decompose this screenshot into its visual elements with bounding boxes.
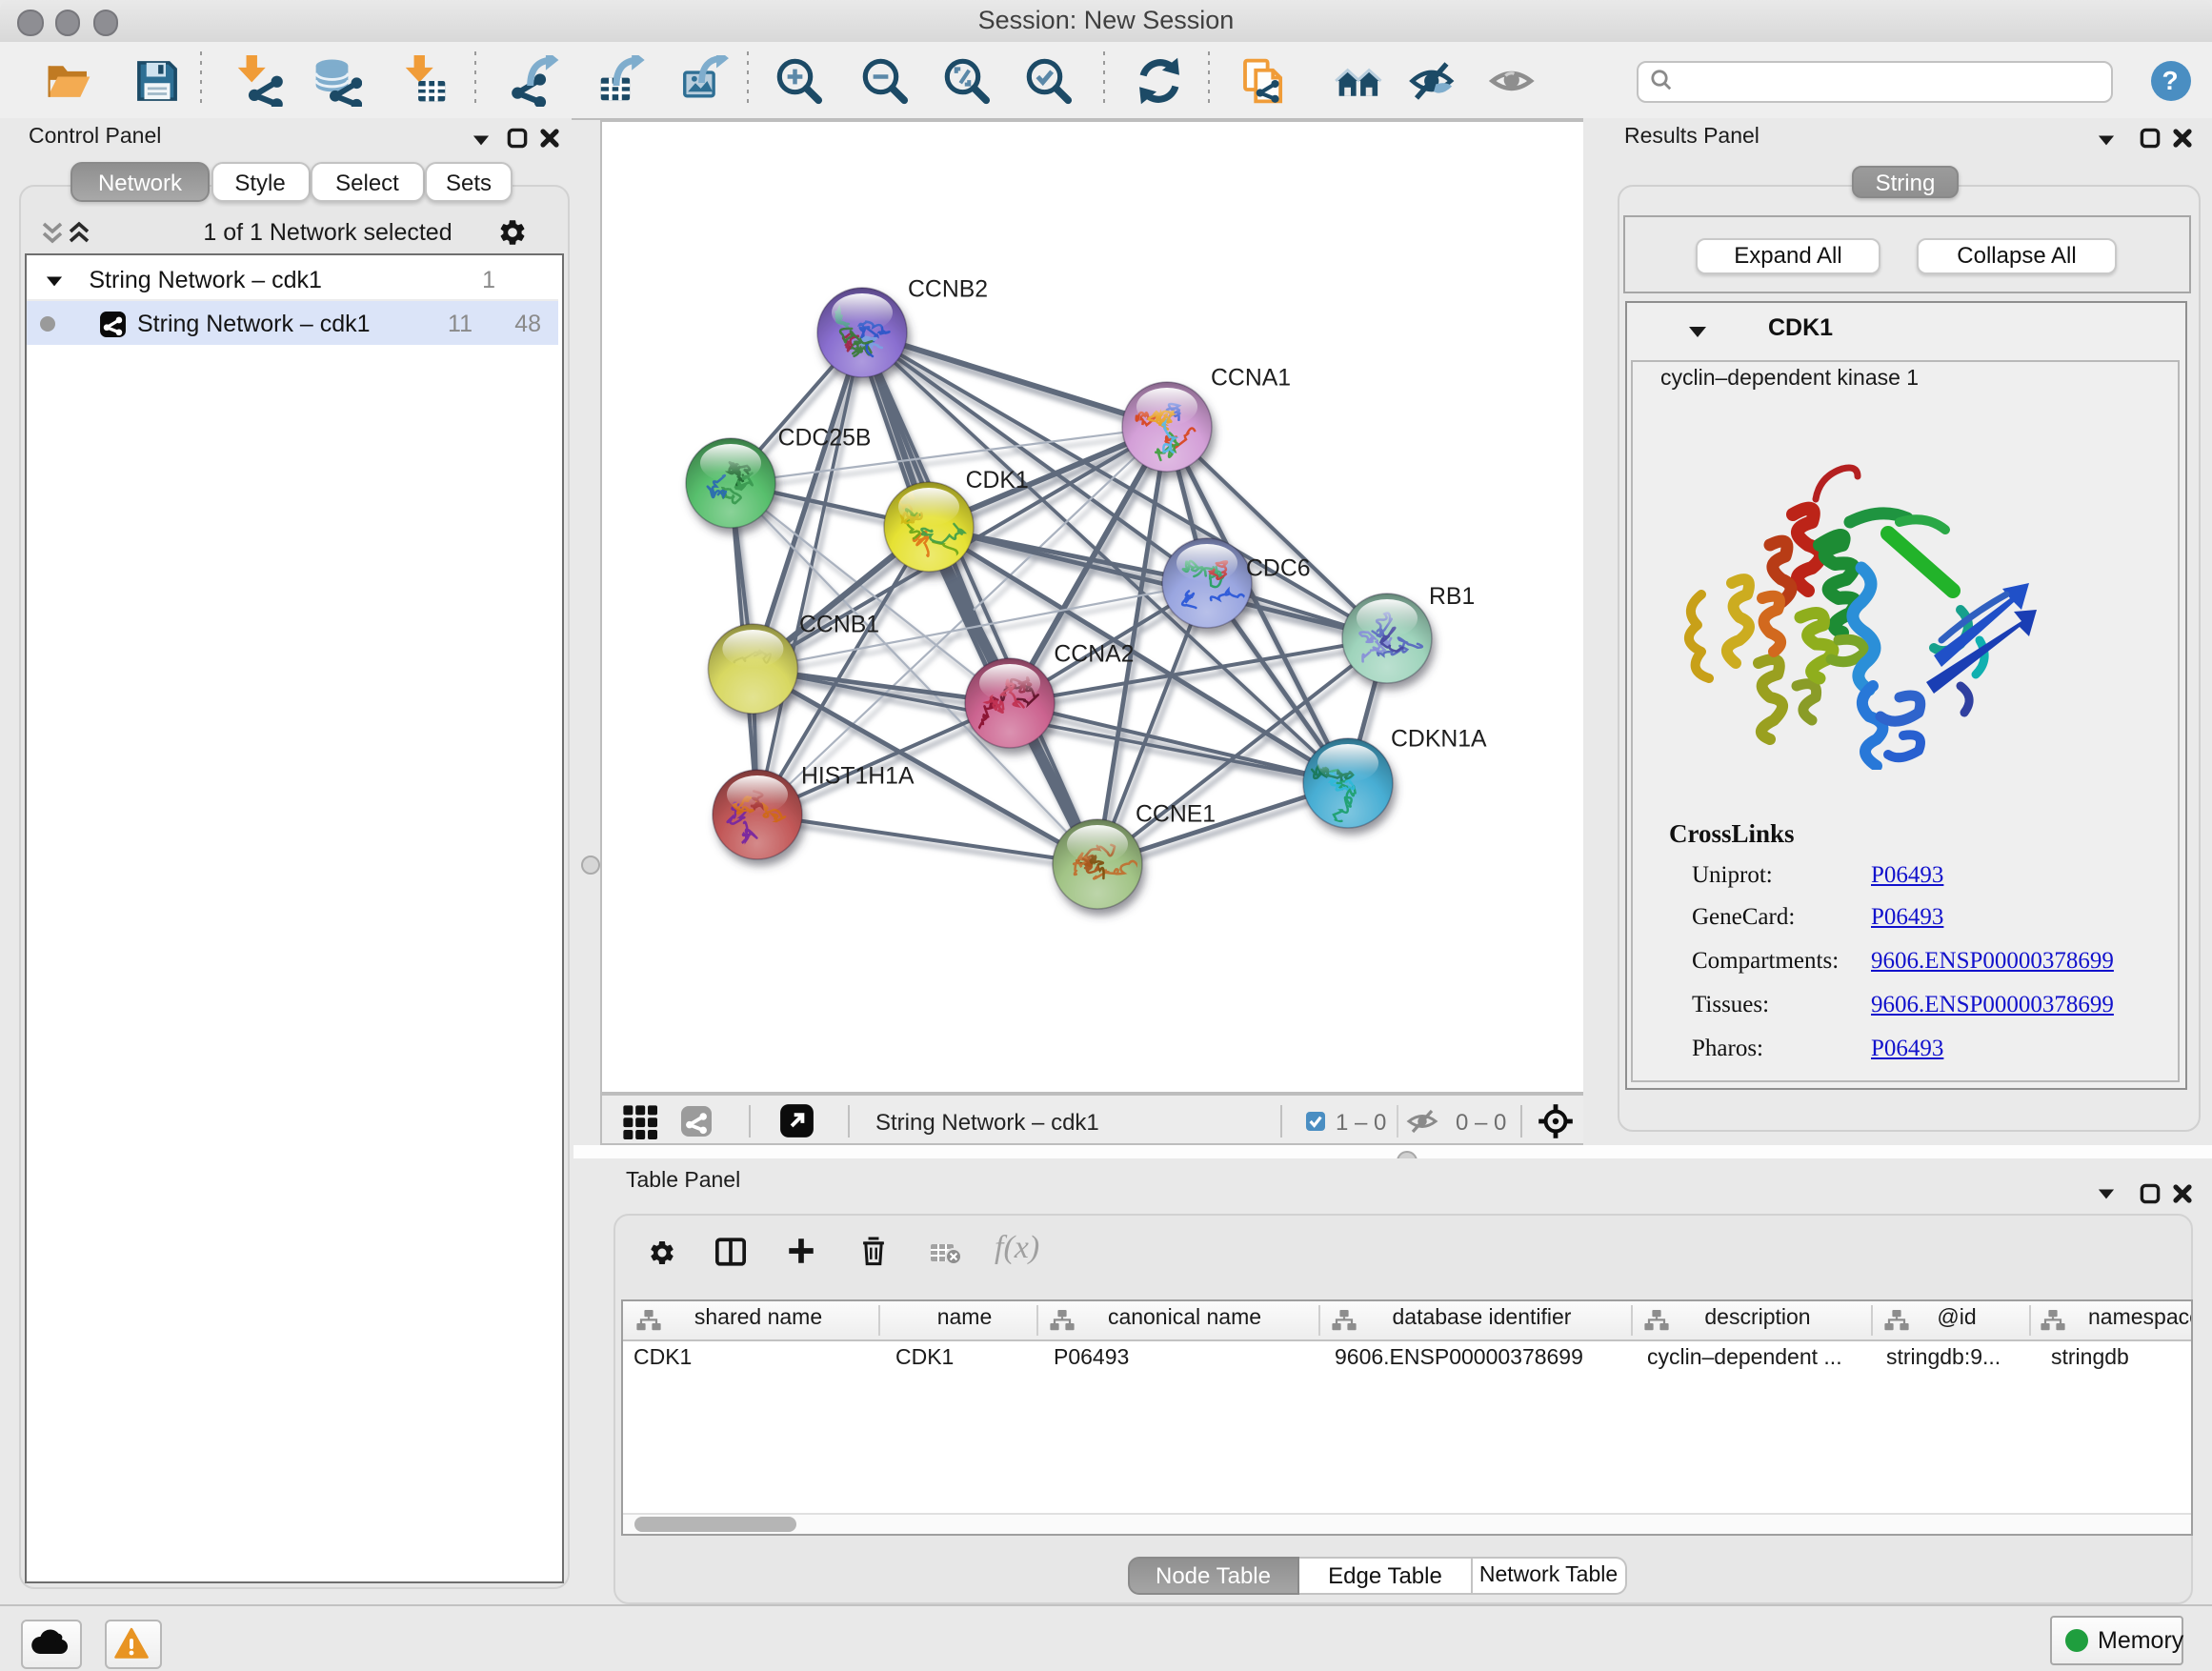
svg-text:CDC25B: CDC25B: [777, 425, 871, 451]
svg-text:CCNA1: CCNA1: [1210, 365, 1290, 391]
svg-text:CCNE1: CCNE1: [1135, 801, 1215, 827]
svg-text:CDC6: CDC6: [1245, 555, 1310, 581]
svg-text:CCNB1: CCNB1: [798, 612, 878, 637]
svg-text:CDK1: CDK1: [965, 467, 1028, 493]
svg-text:CCNB2: CCNB2: [907, 276, 987, 302]
svg-text:CDKN1A: CDKN1A: [1390, 726, 1486, 752]
svg-text:HIST1H1A: HIST1H1A: [800, 763, 914, 789]
svg-text:RB1: RB1: [1428, 583, 1474, 609]
svg-text:CCNA2: CCNA2: [1053, 641, 1133, 667]
